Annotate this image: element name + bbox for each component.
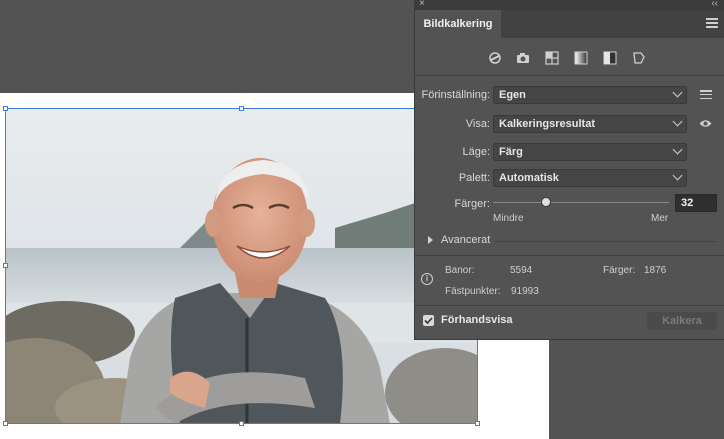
- grayscale-icon[interactable]: [574, 51, 588, 65]
- view-value: Kalkeringsresultat: [499, 118, 595, 130]
- panel-divider: [415, 305, 724, 306]
- outline-icon[interactable]: [632, 51, 646, 65]
- anchors-value: 91993: [511, 286, 539, 297]
- mode-label: Läge:: [462, 146, 490, 158]
- preset-dropdown[interactable]: Egen: [493, 86, 687, 104]
- high-color-photo-icon[interactable]: [516, 51, 530, 65]
- slider-max-label: Mer: [651, 213, 669, 224]
- panel-divider: [415, 75, 724, 76]
- black-white-icon[interactable]: [603, 51, 617, 65]
- colors-slider-track[interactable]: [493, 202, 669, 203]
- palette-label: Palett:: [458, 172, 490, 184]
- selection-handle-bottom-middle[interactable]: [239, 421, 244, 426]
- selection-handle-top-middle[interactable]: [239, 106, 244, 111]
- stat-colors-label: Färger:: [603, 265, 636, 276]
- advanced-label[interactable]: Avancerat: [441, 234, 490, 246]
- view-label: Visa:: [465, 118, 490, 130]
- paths-label: Banor:: [445, 265, 475, 276]
- trace-button[interactable]: Kalkera: [647, 312, 717, 330]
- selection-handle-bottom-left[interactable]: [3, 421, 8, 426]
- slider-min-label: Mindre: [493, 213, 524, 224]
- low-color-icon[interactable]: [545, 51, 559, 65]
- chevron-down-icon: [672, 87, 683, 98]
- mode-dropdown[interactable]: Färg: [493, 143, 687, 161]
- chevron-down-icon: [672, 144, 683, 155]
- stat-colors-value: 1876: [644, 265, 667, 276]
- collapse-icon[interactable]: ‹‹: [711, 0, 718, 10]
- chevron-down-icon: [672, 170, 683, 181]
- panel-tab-bar: Bildkalkering: [415, 10, 724, 38]
- eye-icon[interactable]: [699, 119, 712, 128]
- close-icon[interactable]: ×: [419, 0, 425, 10]
- view-dropdown[interactable]: Kalkeringsresultat: [493, 115, 687, 133]
- panel-menu-icon[interactable]: [706, 18, 718, 28]
- anchors-label: Fästpunkter:: [445, 286, 501, 297]
- preview-checkbox[interactable]: [423, 315, 434, 326]
- panel-divider: [415, 255, 724, 256]
- mode-value: Färg: [499, 146, 523, 158]
- disclosure-triangle-icon[interactable]: [428, 236, 433, 244]
- paths-value: 5594: [510, 265, 533, 276]
- preset-value: Egen: [499, 89, 526, 101]
- colors-label: Färger:: [454, 198, 490, 210]
- preset-label: Förinställning:: [421, 89, 490, 101]
- auto-color-icon[interactable]: [488, 51, 502, 65]
- palette-dropdown[interactable]: Automatisk: [493, 169, 687, 187]
- panel-title-bar: × ‹‹: [415, 0, 724, 10]
- placed-photo[interactable]: [5, 108, 478, 424]
- selection-handle-top-left[interactable]: [3, 106, 8, 111]
- checkmark-icon: [424, 317, 433, 325]
- preset-manager-icon[interactable]: [700, 90, 712, 100]
- colors-slider-thumb[interactable]: [540, 197, 551, 207]
- selection-handle-middle-left[interactable]: [3, 263, 8, 268]
- palette-value: Automatisk: [499, 172, 559, 184]
- tab-image-trace[interactable]: Bildkalkering: [415, 10, 501, 38]
- preview-label[interactable]: Förhandsvisa: [441, 314, 513, 326]
- chevron-down-icon: [672, 116, 683, 127]
- selection-handle-bottom-right[interactable]: [475, 421, 480, 426]
- info-icon: i: [421, 273, 433, 285]
- advanced-rule: [495, 241, 717, 242]
- colors-value-field[interactable]: 32: [675, 194, 717, 212]
- image-trace-panel: × ‹‹ Bildkalkering Förinställning: Egen …: [414, 0, 724, 340]
